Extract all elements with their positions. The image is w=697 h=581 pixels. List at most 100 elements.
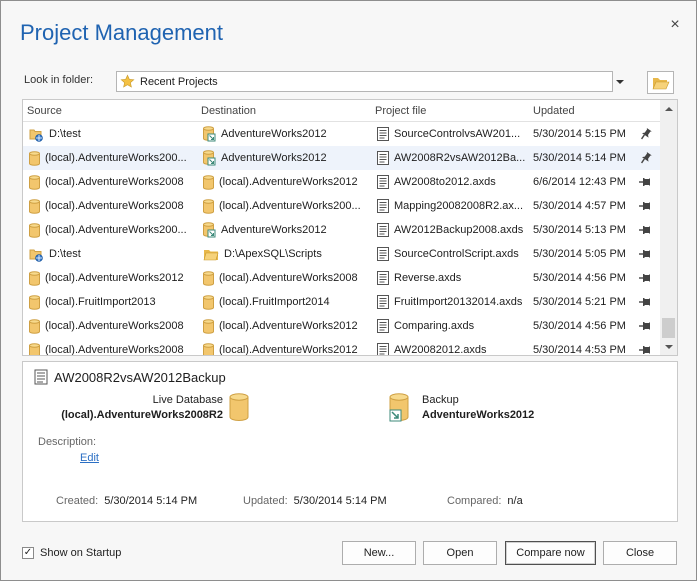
destination-cell: D:\ApexSQL\Scripts [203, 242, 369, 266]
project-file-text: Comparing.axds [394, 320, 475, 332]
source-cell: (local).AdventureWorks200... [29, 146, 197, 170]
folder-select-value: Recent Projects [140, 75, 218, 88]
backup-icon [203, 222, 216, 238]
backup-icon [203, 126, 216, 142]
show-on-startup[interactable]: ✓ Show on Startup [22, 547, 121, 559]
project-file-cell: Comparing.axds [377, 314, 529, 338]
show-on-startup-checkbox[interactable]: ✓ [22, 547, 34, 559]
compared-label: Compared: [447, 495, 502, 507]
compare-now-button[interactable]: Compare now [505, 541, 596, 565]
close-button[interactable]: Close [603, 541, 677, 565]
scroll-thumb[interactable] [662, 318, 675, 338]
list-header: Source Destination Project file Updated [23, 100, 660, 122]
destination-cell: (local).AdventureWorks2012 [203, 338, 369, 355]
unpin-icon[interactable] [635, 338, 655, 355]
source-cell: (local).AdventureWorks2012 [29, 266, 197, 290]
project-file-icon [34, 369, 48, 385]
list-scrollbar[interactable] [660, 100, 677, 355]
star-icon [120, 74, 135, 89]
project-file-icon [377, 175, 389, 189]
project-file-text: SourceControlScript.axds [394, 248, 519, 260]
project-details: AW2008R2vsAW2012Backup Live Database (lo… [22, 361, 678, 522]
updated-cell: 5/30/2014 4:56 PM [533, 314, 633, 338]
destination-text: AdventureWorks2012 [221, 224, 327, 236]
unpin-icon[interactable] [635, 314, 655, 338]
database-icon [29, 270, 40, 286]
project-file-cell: FruitImport20132014.axds [377, 290, 529, 314]
updated-cell: 5/30/2014 4:53 PM [533, 338, 633, 356]
pin-icon[interactable] [635, 146, 655, 170]
details-project-name: AW2008R2vsAW2012Backup [54, 369, 226, 385]
backup-icon [389, 393, 409, 423]
live-database-name: (local).AdventureWorks2008R2 [61, 409, 223, 421]
updated-text: 5/30/2014 5:05 PM [533, 248, 626, 260]
unpin-icon[interactable] [635, 194, 655, 218]
project-file-icon [377, 223, 389, 237]
created-value: 5/30/2014 5:14 PM [104, 495, 198, 507]
unpin-icon[interactable] [635, 242, 655, 266]
destination-text: D:\ApexSQL\Scripts [224, 248, 322, 260]
destination-cell: (local).AdventureWorks2008 [203, 266, 369, 290]
source-text: (local).AdventureWorks2008 [45, 176, 184, 188]
database-icon [29, 342, 40, 355]
project-file-cell: AW20082012.axds [377, 338, 529, 355]
database-icon [203, 270, 214, 286]
edit-description-link[interactable]: Edit [80, 452, 99, 464]
project-list: Source Destination Project file Updated … [22, 99, 678, 356]
source-text: (local).AdventureWorks2008 [45, 344, 184, 356]
column-destination[interactable]: Destination [201, 105, 256, 117]
table-row[interactable]: (local).AdventureWorks2008 (local).Advent… [23, 194, 660, 218]
destination-text: (local).AdventureWorks2012 [219, 320, 358, 332]
scroll-up-icon[interactable] [660, 100, 677, 117]
project-file-icon [377, 151, 389, 165]
chevron-down-icon[interactable] [612, 71, 628, 92]
table-row[interactable]: (local).AdventureWorks2008 (local).Advent… [23, 338, 660, 356]
destination-text: AdventureWorks2012 [221, 128, 327, 140]
column-source[interactable]: Source [27, 105, 62, 117]
project-file-cell: AW2012Backup2008.axds [377, 218, 529, 242]
column-updated[interactable]: Updated [533, 105, 575, 117]
browse-folder-button[interactable] [647, 71, 674, 94]
table-row[interactable]: D:\test AdventureWorks2012 SourceControlvs… [23, 122, 660, 146]
open-folder-icon [652, 76, 670, 90]
project-file-text: AW2008R2vsAW2012Ba... [394, 152, 526, 164]
project-file-text: FruitImport20132014.axds [394, 296, 523, 308]
unpin-icon[interactable] [635, 218, 655, 242]
destination-cell: AdventureWorks2012 [203, 122, 369, 146]
updated-text: 5/30/2014 5:21 PM [533, 296, 626, 308]
table-row[interactable]: (local).AdventureWorks2008 (local).Advent… [23, 170, 660, 194]
updated-cell: 5/30/2014 4:57 PM [533, 194, 633, 218]
table-row[interactable]: (local).AdventureWorks2012 (local).Advent… [23, 266, 660, 290]
unpin-icon[interactable] [635, 266, 655, 290]
table-row[interactable]: (local).AdventureWorks200... AdventureWor… [23, 218, 660, 242]
table-row[interactable]: (local).AdventureWorks200... AdventureWor… [23, 146, 660, 170]
updated-text: 5/30/2014 5:15 PM [533, 128, 626, 140]
open-button[interactable]: Open [423, 541, 497, 565]
updated-label: Updated: [243, 495, 288, 507]
updated-meta: Updated: 5/30/2014 5:14 PM [243, 495, 387, 507]
table-row[interactable]: D:\test D:\ApexSQL\Scripts SourceControlSc… [23, 242, 660, 266]
folder-select[interactable]: Recent Projects [116, 71, 613, 92]
compared-value: n/a [507, 495, 523, 507]
updated-cell: 5/30/2014 5:15 PM [533, 122, 633, 146]
updated-text: 5/30/2014 5:13 PM [533, 224, 626, 236]
scroll-down-icon[interactable] [660, 338, 677, 355]
project-file-icon [377, 343, 389, 355]
source-text: D:\test [49, 128, 81, 140]
column-project-file[interactable]: Project file [375, 105, 426, 117]
destination-text: (local).FruitImport2014 [219, 296, 330, 308]
database-icon [229, 393, 249, 421]
table-row[interactable]: (local).AdventureWorks2008 (local).Advent… [23, 314, 660, 338]
unpin-icon[interactable] [635, 290, 655, 314]
unpin-icon[interactable] [635, 170, 655, 194]
destination-cell: AdventureWorks2012 [203, 218, 369, 242]
updated-text: 5/30/2014 4:56 PM [533, 320, 626, 332]
created-meta: Created: 5/30/2014 5:14 PM [56, 495, 197, 507]
table-row[interactable]: (local).FruitImport2013 (local).FruitImpo… [23, 290, 660, 314]
project-file-icon [377, 295, 389, 309]
database-icon [203, 342, 214, 355]
close-icon[interactable]: × [665, 15, 685, 35]
updated-text: 5/30/2014 4:53 PM [533, 344, 626, 356]
new-button[interactable]: New... [342, 541, 416, 565]
pin-icon[interactable] [635, 122, 655, 146]
